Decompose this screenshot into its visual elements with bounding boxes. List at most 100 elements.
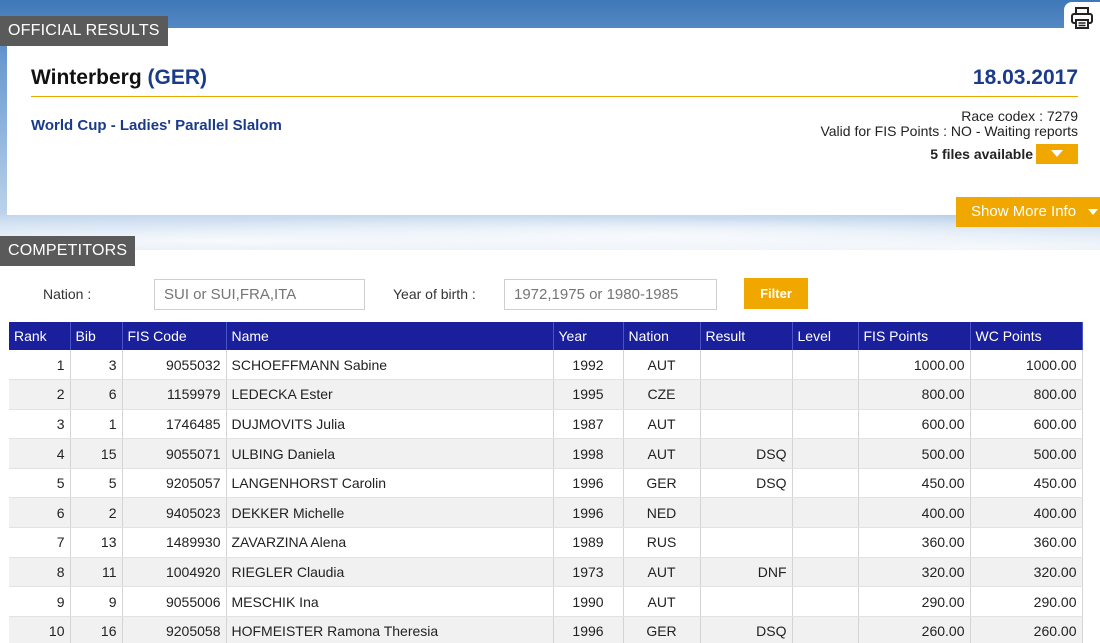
cell-result: DSQ — [700, 616, 793, 643]
cell-level — [792, 438, 859, 469]
column-header-year[interactable]: Year — [553, 322, 624, 350]
files-available-label: 5 files available — [930, 146, 1033, 162]
cell-rank: 2 — [9, 379, 71, 410]
cell-fis-code: 9055071 — [122, 438, 227, 469]
cell-level — [792, 497, 859, 529]
files-dropdown-button[interactable] — [1036, 144, 1078, 164]
cell-year: 1998 — [553, 438, 624, 469]
cell-year: 1989 — [553, 527, 624, 558]
competitors-tab: COMPETITORS — [0, 236, 136, 266]
cell-result: DNF — [700, 557, 793, 588]
column-header-level[interactable]: Level — [792, 322, 859, 350]
cell-year: 1995 — [553, 379, 624, 410]
cell-bib: 9 — [70, 586, 123, 617]
column-header-result[interactable]: Result — [700, 322, 793, 350]
year-filter-input[interactable] — [504, 279, 717, 310]
cell-fis-points: 290.00 — [858, 586, 971, 617]
column-header-bib[interactable]: Bib — [70, 322, 123, 350]
cell-nation: AUT — [623, 350, 701, 381]
cell-rank: 8 — [9, 557, 71, 588]
cell-name[interactable]: LANGENHORST Carolin — [226, 468, 554, 499]
show-more-info-button[interactable]: Show More Info — [956, 197, 1100, 227]
cell-rank: 5 — [9, 468, 71, 499]
cell-fis-points: 260.00 — [858, 616, 971, 643]
table-row[interactable]: 6 2 9405023 DEKKER Michelle 1996 NED 400.00 400… — [9, 497, 1083, 529]
cell-fis-points: 600.00 — [858, 409, 971, 440]
cell-year: 1973 — [553, 557, 624, 588]
race-date: 18.03.2017 — [972, 66, 1078, 89]
cell-bib: 15 — [70, 438, 123, 469]
cell-rank: 1 — [9, 350, 71, 381]
cell-name[interactable]: DUJMOVITS Julia — [226, 409, 554, 440]
cell-fis-code: 9205057 — [122, 468, 227, 499]
cell-name[interactable]: RIEGLER Claudia — [226, 557, 554, 588]
cell-wc-points: 600.00 — [970, 409, 1083, 440]
cell-fis-code: 1746485 — [122, 409, 227, 440]
results-table: Rank Bib FIS Code Name Year Nation Result Level… — [9, 322, 1083, 643]
cell-name[interactable]: ZAVARZINA Alena — [226, 527, 554, 558]
cell-name[interactable]: ULBING Daniela — [226, 438, 554, 469]
cell-name[interactable]: MESCHIK Ina — [226, 586, 554, 617]
cell-name[interactable]: DEKKER Michelle — [226, 497, 554, 529]
column-header-fis-points[interactable]: FIS Points — [858, 322, 971, 350]
show-more-info-label: Show More Info — [971, 203, 1077, 220]
column-header-nation[interactable]: Nation — [623, 322, 701, 350]
cell-bib: 2 — [70, 497, 123, 529]
column-header-wc-points[interactable]: WC Points — [970, 322, 1083, 350]
column-header-name[interactable]: Name — [226, 322, 554, 350]
cell-result — [700, 586, 793, 617]
table-row[interactable]: 7 13 1489930 ZAVARZINA Alena 1989 RUS 360.00 36… — [9, 527, 1083, 558]
cell-fis-code: 9405023 — [122, 497, 227, 529]
cell-level — [792, 409, 859, 440]
cell-result — [700, 379, 793, 410]
table-row[interactable]: 4 15 9055071 ULBING Daniela 1998 AUT DSQ 500.00… — [9, 438, 1083, 469]
cell-nation: AUT — [623, 586, 701, 617]
table-header-row: Rank Bib FIS Code Name Year Nation Result Level… — [9, 322, 1083, 350]
cell-level — [792, 586, 859, 617]
cell-result: DSQ — [700, 468, 793, 499]
cell-name[interactable]: HOFMEISTER Ramona Theresia — [226, 616, 554, 643]
cell-level — [792, 379, 859, 410]
cell-rank: 7 — [9, 527, 71, 558]
filter-button[interactable]: Filter — [744, 278, 808, 309]
cell-rank: 10 — [9, 616, 71, 643]
location-nation: (GER) — [147, 66, 208, 89]
cell-fis-points: 400.00 — [858, 497, 971, 529]
nation-filter-input[interactable] — [154, 279, 365, 310]
cell-rank: 9 — [9, 586, 71, 617]
cell-rank: 3 — [9, 409, 71, 440]
cell-level — [792, 557, 859, 588]
cell-nation: GER — [623, 616, 701, 643]
cell-fis-points: 320.00 — [858, 557, 971, 588]
print-button[interactable] — [1064, 2, 1100, 34]
column-header-fis-code[interactable]: FIS Code — [122, 322, 227, 350]
cell-fis-code: 1159979 — [122, 379, 227, 410]
table-row[interactable]: 5 5 9205057 LANGENHORST Carolin 1996 GER DSQ 45… — [9, 468, 1083, 499]
table-row[interactable]: 9 9 9055006 MESCHIK Ina 1990 AUT 290.00 290.00 — [9, 586, 1083, 617]
cell-fis-points: 1000.00 — [858, 350, 971, 381]
caret-down-icon — [1088, 209, 1099, 215]
table-row[interactable]: 10 16 9205058 HOFMEISTER Ramona Theresia 199… — [9, 616, 1083, 643]
cell-year: 1990 — [553, 586, 624, 617]
official-results-tab: OFFICIAL RESULTS — [0, 16, 168, 46]
column-header-rank[interactable]: Rank — [9, 322, 71, 350]
cell-name[interactable]: LEDECKA Ester — [226, 379, 554, 410]
table-row[interactable]: 2 6 1159979 LEDECKA Ester 1995 CZE 800.00 800.0… — [9, 379, 1083, 410]
table-row[interactable]: 1 3 9055032 SCHOEFFMANN Sabine 1992 AUT 1000.0… — [9, 350, 1083, 381]
table-row[interactable]: 3 1 1746485 DUJMOVITS Julia 1987 AUT 600.00 600… — [9, 409, 1083, 440]
cell-fis-code: 1004920 — [122, 557, 227, 588]
cell-bib: 1 — [70, 409, 123, 440]
cell-level — [792, 527, 859, 558]
cell-wc-points: 400.00 — [970, 497, 1083, 529]
table-row[interactable]: 8 11 1004920 RIEGLER Claudia 1973 AUT DNF 320.0… — [9, 557, 1083, 588]
year-filter-label: Year of birth : — [393, 286, 476, 302]
cell-bib: 5 — [70, 468, 123, 499]
cell-wc-points: 450.00 — [970, 468, 1083, 499]
cell-fis-code: 9055032 — [122, 350, 227, 381]
cell-year: 1996 — [553, 497, 624, 529]
cell-wc-points: 1000.00 — [970, 350, 1083, 381]
cell-result: DSQ — [700, 438, 793, 469]
cell-level — [792, 616, 859, 643]
cell-name[interactable]: SCHOEFFMANN Sabine — [226, 350, 554, 381]
cell-year: 1996 — [553, 616, 624, 643]
